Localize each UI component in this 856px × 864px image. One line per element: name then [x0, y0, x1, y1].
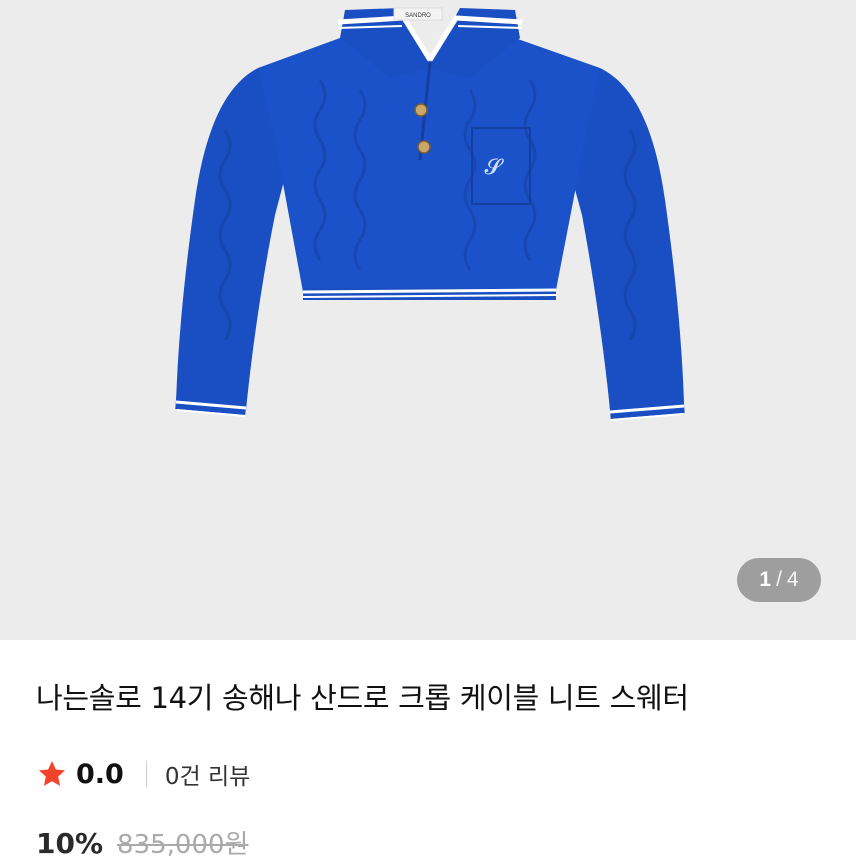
current-page: 1 [759, 568, 772, 591]
review-count[interactable]: 0건 리뷰 [165, 757, 250, 791]
total-pages: 4 [786, 568, 799, 591]
original-price: 835,000원 [117, 830, 249, 860]
rating-value: 0.0 [76, 758, 124, 790]
product-image-gallery[interactable]: 𝓢 SANDRO 1 / 4 [0, 0, 856, 640]
discount-rate: 10% [36, 827, 104, 860]
divider [145, 761, 147, 787]
button-bottom [417, 140, 431, 154]
image-page-indicator: 1 / 4 [737, 558, 821, 602]
price-row: 10% 835,000원 [36, 824, 820, 864]
svg-text:𝓢: 𝓢 [484, 155, 504, 180]
product-title: 나는솔로 14기 송해나 산드로 크롭 케이블 니트 스웨터 [36, 681, 689, 715]
star-icon [36, 758, 68, 790]
rating-row[interactable]: 0.0 0건 리뷰 [36, 758, 820, 790]
button-top [414, 103, 428, 117]
page-separator: / [776, 568, 782, 591]
product-image[interactable]: 𝓢 SANDRO [0, 0, 856, 640]
product-info: 나는솔로 14기 송해나 산드로 크롭 케이블 니트 스웨터 0.0 0건 리뷰… [0, 640, 856, 864]
brand-tag: SANDRO [405, 13, 431, 19]
